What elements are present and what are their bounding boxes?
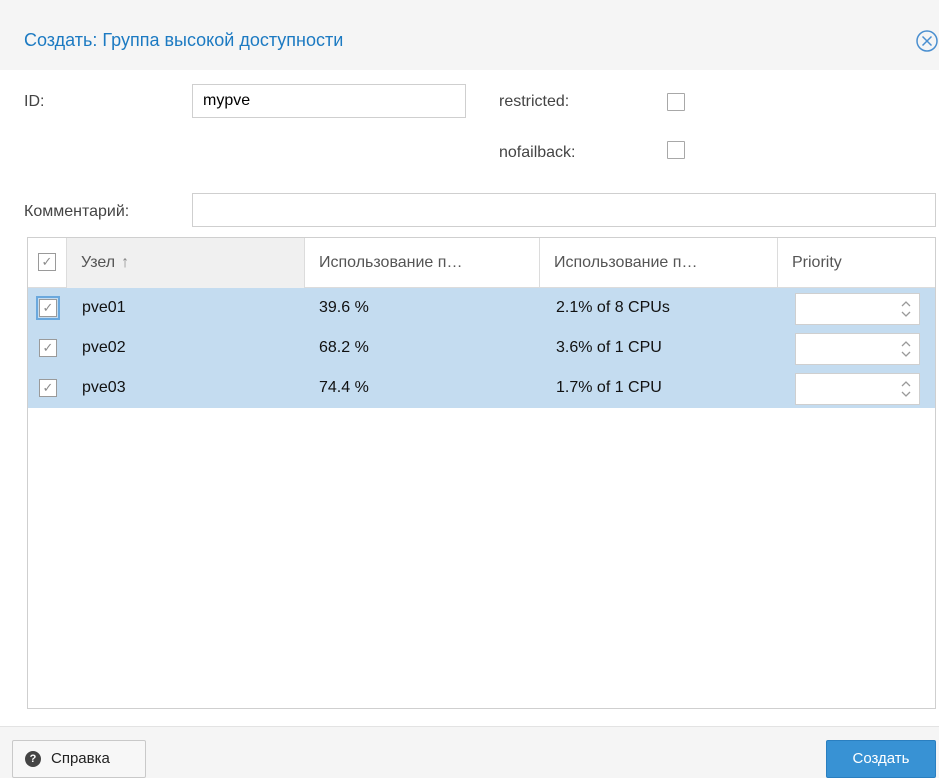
cpu-usage: 3.6% of 1 CPU: [556, 339, 662, 356]
question-icon: ?: [25, 751, 41, 767]
restricted-label: restricted:: [499, 93, 570, 110]
column-header-priority[interactable]: Priority: [778, 238, 935, 288]
priority-input[interactable]: [795, 333, 920, 365]
table-row[interactable]: ✓ pve01 39.6 % 2.1% of 8 CPUs: [28, 288, 935, 328]
nodes-grid: ✓ Узел ↑ Использование п… Использование п…: [27, 237, 936, 709]
memory-usage: 39.6 %: [319, 299, 369, 316]
grid-rows: ✓ pve01 39.6 % 2.1% of 8 CPUs ✓ pve02 68…: [28, 288, 935, 408]
table-row[interactable]: ✓ pve03 74.4 % 1.7% of 1 CPU: [28, 368, 935, 408]
id-input[interactable]: [192, 84, 466, 118]
dialog-titlebar: Создать: Группа высокой доступности: [0, 0, 939, 70]
column-header-node-label: Узел: [81, 254, 116, 271]
cpu-usage: 2.1% of 8 CPUs: [556, 299, 670, 316]
column-header-memory-label: Использование п…: [319, 254, 463, 271]
priority-input[interactable]: [795, 373, 920, 405]
help-button-label: Справка: [51, 750, 110, 767]
node-name: pve03: [82, 379, 126, 396]
grid-header: ✓ Узел ↑ Использование п… Использование п…: [28, 238, 935, 288]
table-row[interactable]: ✓ pve02 68.2 % 3.6% of 1 CPU: [28, 328, 935, 368]
node-name: pve01: [82, 299, 126, 316]
column-header-cpu[interactable]: Использование п…: [540, 238, 778, 288]
nofailback-label: nofailback:: [499, 144, 576, 161]
memory-usage: 68.2 %: [319, 339, 369, 356]
node-name: pve02: [82, 339, 126, 356]
cpu-usage: 1.7% of 1 CPU: [556, 379, 662, 396]
create-button[interactable]: Создать: [826, 740, 936, 778]
column-header-cpu-label: Использование п…: [554, 254, 698, 271]
restricted-checkbox[interactable]: [667, 93, 685, 111]
memory-usage: 74.4 %: [319, 379, 369, 396]
column-header-node[interactable]: Узел ↑: [67, 238, 305, 288]
dialog-title: Создать: Группа высокой доступности: [24, 30, 344, 50]
column-header-memory[interactable]: Использование п…: [305, 238, 540, 288]
select-all-checkbox[interactable]: ✓: [38, 253, 56, 271]
dialog-footer: ? Справка Создать: [0, 726, 939, 778]
help-button[interactable]: ? Справка: [12, 740, 146, 778]
comment-label: Комментарий:: [24, 203, 130, 220]
column-header-priority-label: Priority: [792, 254, 842, 271]
id-label: ID:: [24, 93, 45, 110]
row-checkbox[interactable]: ✓: [36, 296, 60, 320]
stepper-icon[interactable]: [899, 297, 913, 321]
comment-input[interactable]: [192, 193, 936, 227]
nofailback-checkbox[interactable]: [667, 141, 685, 159]
close-icon[interactable]: [914, 28, 939, 54]
row-checkbox[interactable]: ✓: [39, 339, 57, 357]
stepper-icon[interactable]: [899, 377, 913, 401]
priority-input[interactable]: [795, 293, 920, 325]
select-all-header[interactable]: ✓: [28, 238, 67, 288]
arrow-up-icon: ↑: [121, 254, 130, 271]
row-checkbox[interactable]: ✓: [39, 379, 57, 397]
stepper-icon[interactable]: [899, 337, 913, 361]
